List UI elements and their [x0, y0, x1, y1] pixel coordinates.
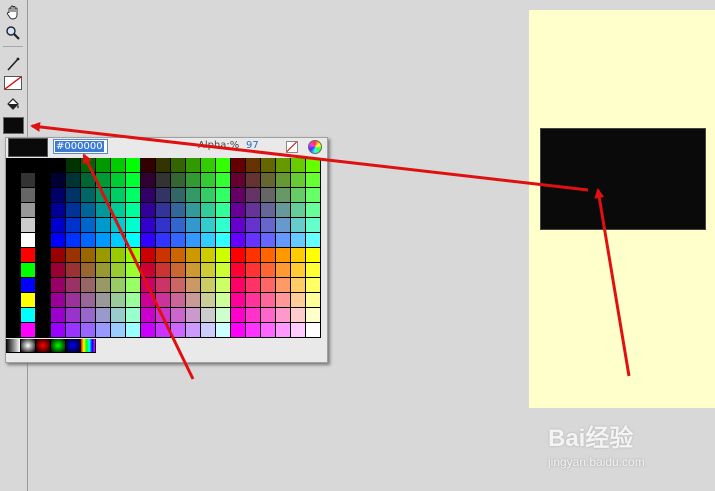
arrow-to-hex-field: [82, 153, 195, 380]
arrow-to-shape: [594, 188, 631, 377]
watermark-brand: Bai经验: [548, 425, 634, 452]
watermark: Bai经验 jingyan.baidu.com: [548, 418, 645, 469]
watermark-url: jingyan.baidu.com: [548, 455, 645, 469]
arrow-to-fill-swatch: [30, 121, 589, 192]
